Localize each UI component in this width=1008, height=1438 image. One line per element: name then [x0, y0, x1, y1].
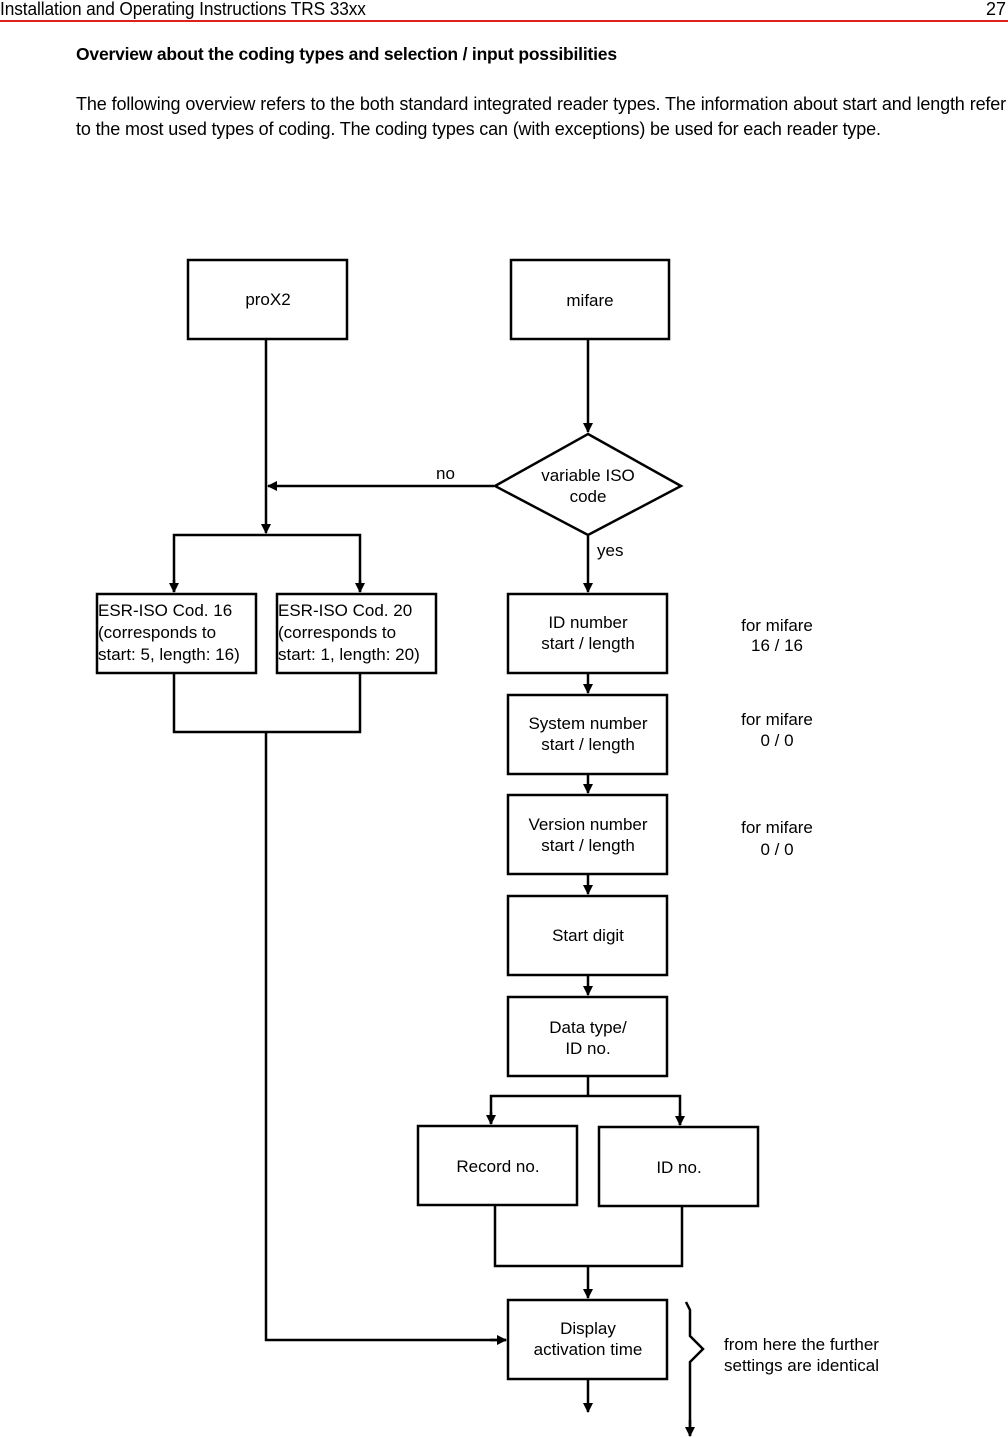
connector-merge-record-id: [493, 1206, 684, 1268]
label-record-no: Record no.: [456, 1157, 539, 1176]
label-data-type-1: Data type/: [549, 1018, 627, 1037]
label-display-2: activation time: [534, 1340, 643, 1359]
label-decision-1: variable ISO: [541, 466, 635, 485]
note-id-1: for mifare: [741, 616, 813, 635]
connector-split-record-id: [489, 1094, 682, 1125]
label-id-number-1: ID number: [548, 613, 628, 632]
connector-merge-esr: [172, 674, 362, 734]
note-system-1: for mifare: [741, 710, 813, 729]
note-further-2: settings are identical: [724, 1356, 879, 1375]
label-version-number-1: Version number: [528, 815, 647, 834]
box-version-number: [506, 793, 669, 876]
label-esr16-3: start: 5, length: 16): [98, 645, 240, 664]
label-version-number-2: start / length: [541, 836, 635, 855]
label-esr20-2: (corresponds to: [278, 623, 396, 642]
flowchart: proX2 mifare variable ISO code ID number…: [95, 258, 879, 1437]
label-esr16-1: ESR-ISO Cod. 16: [98, 601, 232, 620]
label-esr20-1: ESR-ISO Cod. 20: [278, 601, 412, 620]
label-display-1: Display: [560, 1319, 616, 1338]
brace-further-settings: [684, 1301, 705, 1436]
label-mifare: mifare: [566, 291, 613, 310]
label-data-type-2: ID no.: [565, 1039, 610, 1058]
connector-split-esr: [172, 533, 362, 592]
label-id-number-2: start / length: [541, 634, 635, 653]
note-version-2: 0 / 0: [760, 840, 793, 859]
label-system-number-2: start / length: [541, 735, 635, 754]
label-esr16-2: (corresponds to: [98, 623, 216, 642]
note-further-1: from here the further: [724, 1335, 879, 1354]
label-system-number-1: System number: [528, 714, 647, 733]
note-version-1: for mifare: [741, 818, 813, 837]
note-system-2: 0 / 0: [760, 731, 793, 750]
label-prox2: proX2: [245, 290, 290, 309]
label-no: no: [436, 464, 455, 483]
label-yes: yes: [597, 541, 623, 560]
label-id-no: ID no.: [656, 1158, 701, 1177]
label-decision-2: code: [570, 487, 607, 506]
connector-esr-display: [264, 732, 506, 1342]
note-id-2: 16 / 16: [751, 636, 803, 655]
label-esr20-3: start: 1, length: 20): [278, 645, 420, 664]
label-start-digit: Start digit: [552, 926, 624, 945]
